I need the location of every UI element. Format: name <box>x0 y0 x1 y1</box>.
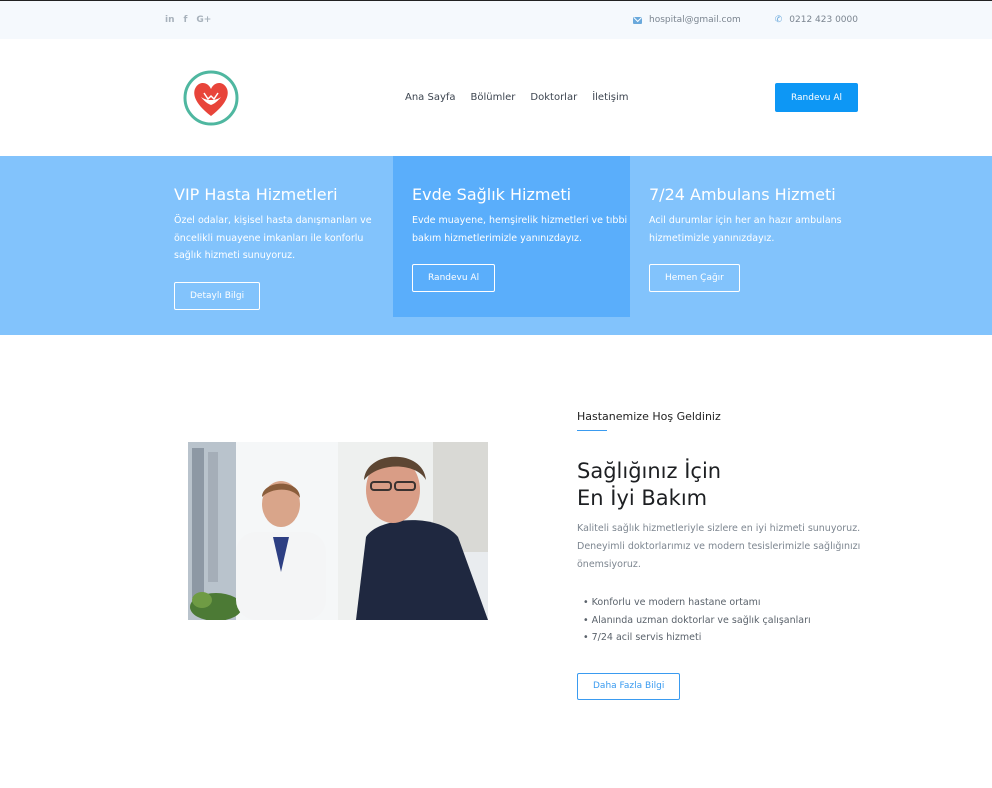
nav-item-home[interactable]: Ana Sayfa <box>405 92 456 103</box>
welcome-kicker: Hastanemize Hoş Geldiniz <box>577 410 721 423</box>
google-plus-icon[interactable]: G+ <box>196 15 211 25</box>
service-text: Özel odalar, kişisel hasta danışmanları … <box>174 215 372 261</box>
phone-contact[interactable]: ✆ 0212 423 0000 <box>775 15 858 25</box>
phone-icon: ✆ <box>774 15 783 25</box>
social-links: in f G+ <box>165 1 211 39</box>
service-title: 7/24 Ambulans Hizmeti <box>649 185 836 204</box>
nav-item-departments[interactable]: Bölümler <box>471 92 516 103</box>
welcome-title: Sağlığınız İçin En İyi Bakım <box>577 458 867 512</box>
list-item: Alanında uzman doktorlar ve sağlık çalış… <box>583 612 867 630</box>
service-card-home-care: Evde Sağlık Hizmeti Evde muayene, hemşir… <box>393 156 630 317</box>
feature-list: Konforlu ve modern hastane ortamı Alanın… <box>577 594 867 647</box>
list-item: Konforlu ve modern hastane ortamı <box>583 594 867 612</box>
service-text: Evde muayene, hemşirelik hizmetleri ve t… <box>412 215 628 244</box>
linkedin-icon[interactable]: in <box>165 15 175 25</box>
site-header: Ana Sayfa Bölümler Doktorlar İletişim Ra… <box>0 39 992 156</box>
email-text: hospital@gmail.com <box>648 15 741 25</box>
appointment-outline-button[interactable]: Randevu Al <box>412 264 496 292</box>
service-card-ambulance: 7/24 Ambulans Hizmeti Acil durumlar için… <box>649 156 869 292</box>
service-title: VIP Hasta Hizmetleri <box>174 185 338 204</box>
list-item: 7/24 acil servis hizmeti <box>583 629 867 647</box>
email-contact[interactable]: hospital@gmail.com <box>632 15 741 25</box>
top-bar: in f G+ hospital@gmail.com ✆ 0212 423 00… <box>0 1 992 39</box>
welcome-content: Hastanemize Hoş Geldiniz Sağlığınız İçin… <box>577 410 867 700</box>
contact-info: hospital@gmail.com ✆ 0212 423 0000 <box>632 1 858 39</box>
welcome-title-line1: Sağlığınız İçin <box>577 459 722 483</box>
service-text: Acil durumlar için her an hazır ambulans… <box>649 215 842 244</box>
kicker-underline <box>577 430 607 431</box>
welcome-description: Kaliteli sağlık hizmetleriyle sizlere en… <box>577 523 861 570</box>
service-title: Evde Sağlık Hizmeti <box>412 185 572 204</box>
mail-icon <box>632 16 642 24</box>
call-now-button[interactable]: Hemen Çağır <box>649 264 740 292</box>
more-info-button[interactable]: Daha Fazla Bilgi <box>577 672 681 700</box>
phone-text: 0212 423 0000 <box>789 15 858 25</box>
nav-item-doctors[interactable]: Doktorlar <box>530 92 577 103</box>
doctors-photo <box>188 442 488 620</box>
main-nav: Ana Sayfa Bölümler Doktorlar İletişim <box>405 39 629 156</box>
details-button[interactable]: Detaylı Bilgi <box>174 281 261 310</box>
services-band: VIP Hasta Hizmetleri Özel odalar, kişise… <box>0 156 992 335</box>
heart-hands-logo[interactable] <box>182 69 240 127</box>
appointment-button[interactable]: Randevu Al <box>775 83 858 112</box>
service-card-vip: VIP Hasta Hizmetleri Özel odalar, kişise… <box>174 156 384 310</box>
nav-item-contact[interactable]: İletişim <box>592 92 628 103</box>
welcome-title-line2: En İyi Bakım <box>577 486 708 510</box>
welcome-section: Hastanemize Hoş Geldiniz Sağlığınız İçin… <box>0 335 992 788</box>
facebook-icon[interactable]: f <box>184 15 188 25</box>
